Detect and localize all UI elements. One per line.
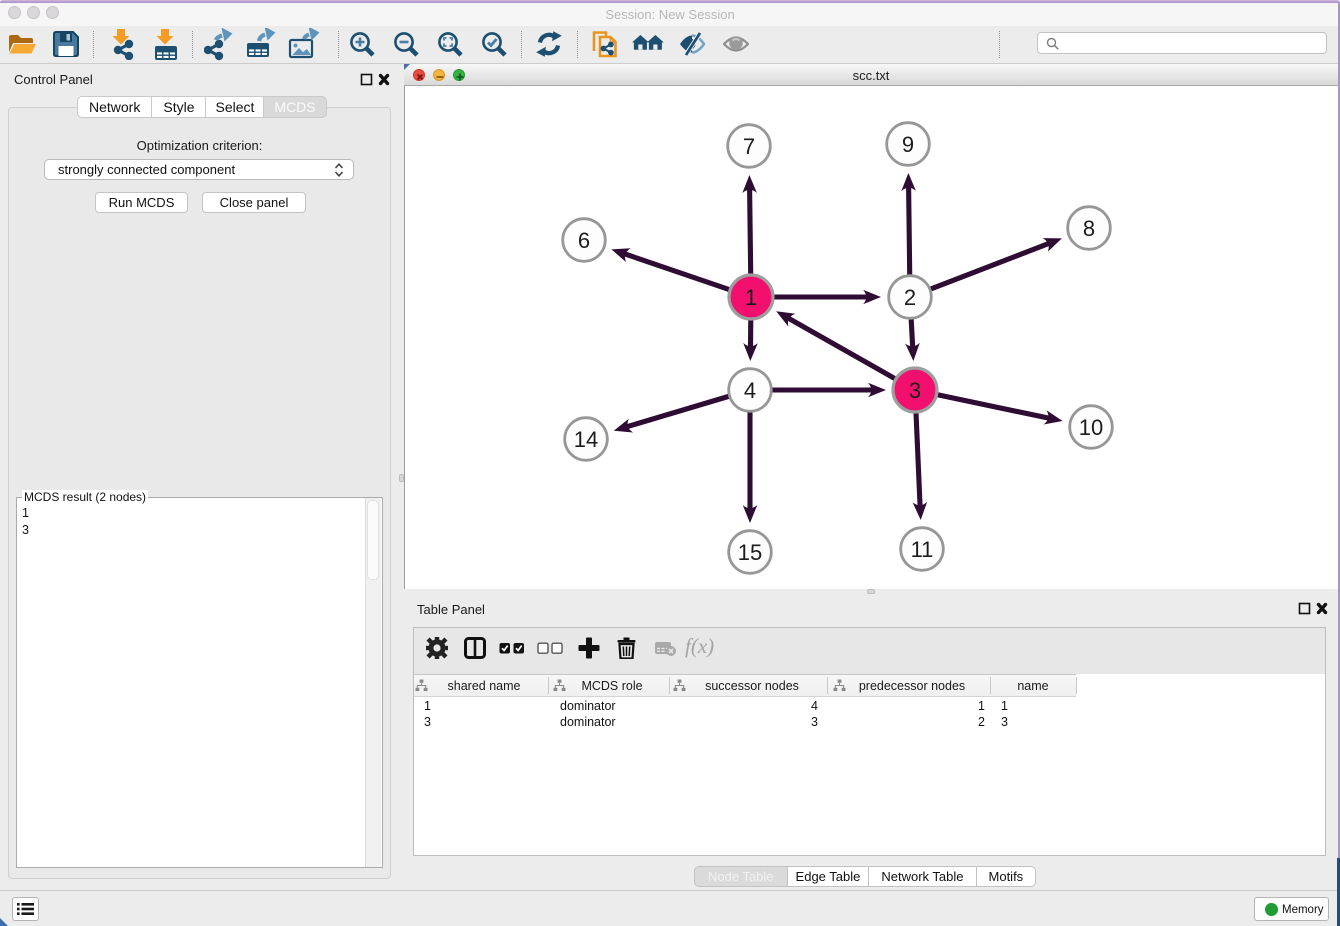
- svg-text:2: 2: [904, 285, 916, 310]
- svg-text:8: 8: [1083, 216, 1095, 241]
- svg-text:6: 6: [578, 228, 590, 253]
- svg-text:f(x): f(x): [685, 636, 714, 658]
- svg-text:1: 1: [745, 285, 757, 310]
- svg-text:9: 9: [902, 132, 914, 157]
- svg-text:7: 7: [743, 134, 755, 159]
- svg-text:10: 10: [1079, 415, 1103, 440]
- svg-text:11: 11: [911, 537, 934, 562]
- svg-text:14: 14: [574, 427, 598, 452]
- svg-text:15: 15: [738, 540, 762, 565]
- svg-text:4: 4: [744, 378, 756, 403]
- svg-text:3: 3: [909, 378, 921, 403]
